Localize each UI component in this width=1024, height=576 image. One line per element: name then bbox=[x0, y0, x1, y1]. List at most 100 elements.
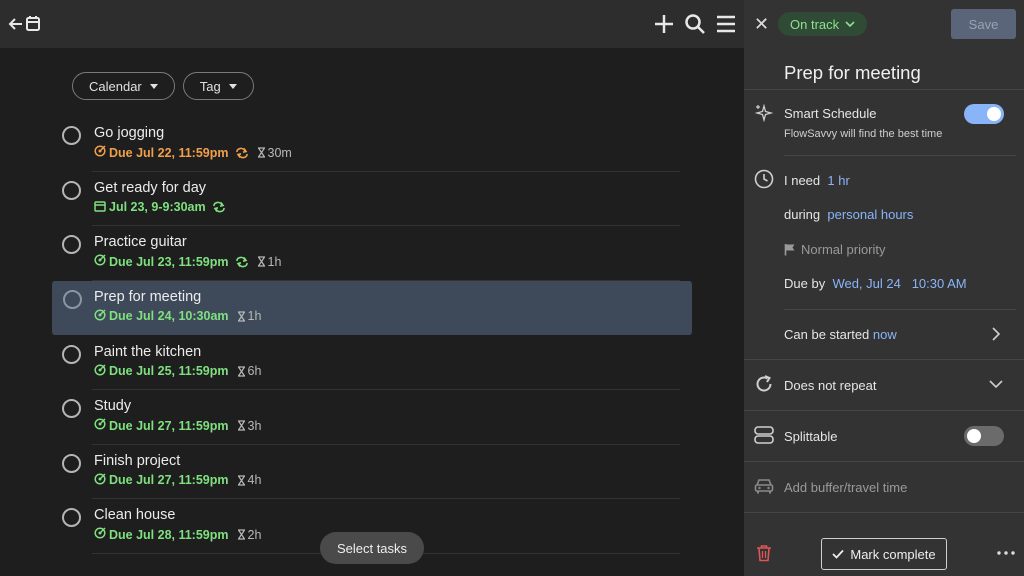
task-title: Paint the kitchen bbox=[94, 343, 202, 360]
chevron-down-icon[interactable] bbox=[986, 374, 1006, 394]
menu-icon[interactable] bbox=[714, 12, 738, 36]
repeat-icon bbox=[235, 256, 249, 268]
priority-label: Normal priority bbox=[801, 242, 886, 257]
repeat-icon bbox=[212, 201, 226, 213]
back-to-calendar-icon[interactable] bbox=[8, 12, 40, 36]
target-icon bbox=[94, 527, 106, 542]
target-icon bbox=[94, 418, 106, 433]
task-due-text: Due Jul 25, 11:59pm bbox=[109, 364, 229, 378]
task-title: Practice guitar bbox=[94, 234, 187, 250]
smart-schedule-toggle[interactable] bbox=[964, 104, 1004, 124]
task-row[interactable]: Practice guitar Due Jul 23, 11:59pm 1h bbox=[62, 226, 680, 281]
task-due: Due Jul 23, 11:59pm bbox=[94, 254, 229, 269]
hours-row: during personal hours bbox=[784, 207, 913, 222]
complete-checkbox[interactable] bbox=[62, 126, 81, 145]
select-tasks-button[interactable]: Select tasks bbox=[320, 532, 424, 564]
hourglass-icon bbox=[257, 256, 266, 267]
repeat-label[interactable]: Does not repeat bbox=[784, 378, 877, 393]
split-icon bbox=[754, 425, 774, 445]
chevron-right-icon[interactable] bbox=[986, 324, 1006, 344]
due-date-value[interactable]: Wed, Jul 24 bbox=[832, 276, 900, 291]
filter-bar: Calendar Tag bbox=[72, 72, 254, 100]
task-row[interactable]: Paint the kitchen Due Jul 25, 11:59pm 6h bbox=[62, 336, 680, 390]
caret-down-icon bbox=[228, 83, 237, 89]
task-due: Due Jul 27, 11:59pm bbox=[94, 472, 229, 488]
task-duration: 6h bbox=[237, 364, 261, 378]
trash-icon[interactable] bbox=[754, 543, 774, 563]
more-options-icon[interactable] bbox=[996, 543, 1016, 563]
status-label: On track bbox=[790, 16, 840, 32]
due-row: Due by Wed, Jul 24 10:30 AM bbox=[784, 276, 967, 291]
divider bbox=[784, 309, 1016, 310]
divider bbox=[744, 461, 1024, 462]
status-badge[interactable]: On track bbox=[778, 12, 868, 36]
task-row[interactable]: Go jogging Due Jul 22, 11:59pm 30m bbox=[62, 117, 680, 172]
task-detail-panel: ✕ On track Save Prep for meeting Smart S… bbox=[744, 0, 1024, 576]
task-title: Clean house bbox=[94, 507, 176, 523]
chevron-down-icon bbox=[845, 21, 855, 27]
complete-checkbox[interactable] bbox=[62, 235, 81, 254]
toggle-knob bbox=[967, 429, 981, 443]
start-row[interactable]: Can be started now bbox=[784, 327, 897, 342]
during-label: during bbox=[784, 207, 821, 222]
calendar-filter[interactable]: Calendar bbox=[72, 72, 175, 100]
search-icon[interactable] bbox=[683, 12, 707, 36]
hourglass-icon bbox=[237, 474, 246, 486]
toggle-knob bbox=[987, 107, 1001, 121]
due-time-value[interactable]: 10:30 AM bbox=[912, 276, 967, 291]
close-icon[interactable]: ✕ bbox=[754, 14, 770, 34]
task-due-text: Due Jul 24, 10:30am bbox=[109, 309, 229, 323]
complete-checkbox[interactable] bbox=[63, 289, 82, 309]
splittable-toggle[interactable] bbox=[964, 426, 1004, 446]
hourglass-icon bbox=[237, 420, 246, 431]
duration-value[interactable]: 1 hr bbox=[827, 173, 849, 188]
task-title: Prep for meeting bbox=[94, 288, 202, 305]
task-duration: 4h bbox=[237, 473, 261, 487]
task-title: Finish project bbox=[94, 452, 181, 469]
target-icon bbox=[94, 254, 106, 269]
tag-filter[interactable]: Tag bbox=[182, 72, 254, 100]
task-meta: Due Jul 25, 11:59pm 6h bbox=[94, 363, 261, 379]
splittable-label: Splittable bbox=[784, 429, 838, 444]
buffer-time-button[interactable]: Add buffer/travel time bbox=[784, 480, 907, 495]
target-icon bbox=[94, 145, 106, 160]
task-meta: Due Jul 24, 10:30am 1h bbox=[94, 308, 262, 324]
task-due-text: Due Jul 22, 11:59pm bbox=[109, 145, 229, 160]
priority-row[interactable]: Normal priority bbox=[784, 242, 886, 257]
task-row[interactable]: Study Due Jul 27, 11:59pm 3h bbox=[62, 390, 680, 445]
task-duration-text: 1h bbox=[247, 309, 262, 323]
task-due: Due Jul 27, 11:59pm bbox=[94, 418, 229, 433]
hours-value[interactable]: personal hours bbox=[827, 207, 913, 222]
add-icon[interactable] bbox=[652, 12, 676, 36]
hourglass-icon bbox=[257, 147, 266, 158]
complete-checkbox[interactable] bbox=[62, 344, 81, 364]
task-duration-text: 1h bbox=[267, 254, 282, 269]
sparkle-icon bbox=[754, 103, 774, 123]
mark-complete-button[interactable]: Mark complete bbox=[821, 538, 947, 570]
task-due: Due Jul 24, 10:30am bbox=[94, 308, 229, 324]
clock-icon bbox=[754, 169, 774, 189]
task-duration: 1h bbox=[237, 309, 262, 323]
smart-schedule-label: Smart Schedule bbox=[784, 106, 877, 121]
task-meta: Jul 23, 9-9:30am bbox=[94, 200, 226, 215]
start-value: now bbox=[872, 327, 897, 342]
hourglass-icon bbox=[237, 310, 246, 322]
task-row[interactable]: Finish project Due Jul 27, 11:59pm 4h bbox=[62, 445, 680, 499]
complete-checkbox[interactable] bbox=[62, 453, 81, 473]
task-row[interactable]: Get ready for day Jul 23, 9-9:30am bbox=[62, 172, 680, 226]
complete-checkbox[interactable] bbox=[62, 508, 81, 527]
repeat-icon bbox=[754, 374, 774, 394]
task-meta: Due Jul 22, 11:59pm 30m bbox=[94, 145, 292, 160]
hourglass-icon bbox=[237, 365, 246, 377]
complete-checkbox[interactable] bbox=[62, 180, 81, 200]
task-meta: Due Jul 23, 11:59pm 1h bbox=[94, 254, 281, 269]
task-meta: Due Jul 27, 11:59pm 3h bbox=[94, 418, 261, 433]
divider bbox=[744, 89, 1024, 90]
duration-row: I need 1 hr bbox=[784, 173, 850, 188]
save-button[interactable]: Save bbox=[951, 9, 1016, 39]
complete-checkbox[interactable] bbox=[62, 399, 81, 418]
task-title-field[interactable]: Prep for meeting bbox=[784, 62, 921, 84]
task-row[interactable]: Prep for meeting Due Jul 24, 10:30am 1h bbox=[52, 280, 692, 335]
task-duration: 1h bbox=[257, 254, 282, 269]
task-duration-text: 2h bbox=[247, 527, 262, 542]
